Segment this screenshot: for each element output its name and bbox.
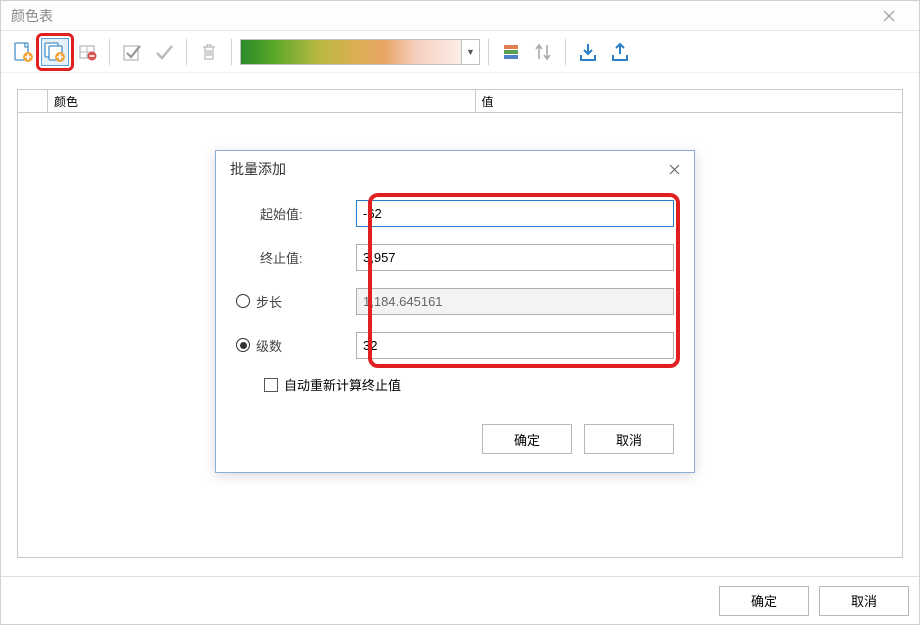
dialog-ok-button[interactable]: 确定 [482, 424, 572, 454]
value-column-header[interactable]: 值 [476, 90, 903, 112]
close-icon [883, 10, 895, 22]
checkbox-checked-icon [122, 42, 142, 62]
uncheck-all-button[interactable] [150, 38, 178, 66]
separator [565, 39, 566, 65]
separator [231, 39, 232, 65]
step-row: 步长 [236, 287, 674, 315]
window-close-button[interactable] [869, 5, 909, 27]
ok-button[interactable]: 确定 [719, 586, 809, 616]
color-bars-icon [502, 43, 520, 61]
sort-button[interactable] [529, 38, 557, 66]
import-icon [578, 42, 598, 62]
checkbox-unchecked-icon [264, 378, 278, 392]
bottom-button-bar: 确定 取消 [1, 576, 919, 624]
export-icon [610, 42, 630, 62]
window-title: 颜色表 [11, 6, 53, 26]
close-icon [669, 164, 680, 175]
dialog-title-text: 批量添加 [230, 159, 286, 179]
titlebar: 颜色表 [1, 1, 919, 31]
end-value-label: 终止值: [236, 248, 356, 267]
batch-add-dialog: 批量添加 起始值: 终止值: 步长 级数 [215, 150, 695, 473]
dialog-actions: 确定 取消 [216, 418, 694, 472]
delete-button[interactable] [73, 38, 101, 66]
gradient-preview [241, 40, 461, 64]
levels-radio-label[interactable]: 级数 [236, 336, 356, 355]
toolbar: ▼ [1, 31, 919, 73]
sort-icon [534, 42, 552, 62]
dialog-titlebar: 批量添加 [216, 151, 694, 187]
step-input[interactable] [356, 288, 674, 315]
start-value-input[interactable] [356, 200, 674, 227]
radio-unchecked-icon [236, 294, 250, 308]
delete-row-icon [77, 42, 97, 62]
radio-checked-icon [236, 338, 250, 352]
dialog-cancel-button[interactable]: 取消 [584, 424, 674, 454]
dialog-body: 起始值: 终止值: 步长 级数 自动重新计算终止值 [216, 187, 694, 418]
new-document-button[interactable] [9, 38, 37, 66]
step-radio-label[interactable]: 步长 [236, 292, 356, 311]
separator [488, 39, 489, 65]
gradient-dropdown[interactable]: ▼ [240, 39, 480, 65]
batch-add-icon [43, 41, 67, 63]
check-all-button[interactable] [118, 38, 146, 66]
separator [109, 39, 110, 65]
cancel-button[interactable]: 取消 [819, 586, 909, 616]
trash-icon [200, 42, 218, 62]
start-value-label: 起始值: [236, 204, 356, 223]
levels-row: 级数 [236, 331, 674, 359]
levels-input[interactable] [356, 332, 674, 359]
batch-add-button[interactable] [41, 38, 69, 66]
new-document-icon [12, 41, 34, 63]
checkbox-column-header[interactable] [18, 90, 48, 112]
color-column-header[interactable]: 颜色 [48, 90, 476, 112]
separator [186, 39, 187, 65]
end-value-row: 终止值: [236, 243, 674, 271]
table-header: 颜色 值 [17, 89, 903, 113]
trash-button[interactable] [195, 38, 223, 66]
bars-button[interactable] [497, 38, 525, 66]
check-icon [154, 42, 174, 62]
export-button[interactable] [606, 38, 634, 66]
auto-recalc-label: 自动重新计算终止值 [284, 375, 401, 394]
dialog-close-button[interactable] [662, 159, 686, 179]
dropdown-arrow-icon: ▼ [461, 40, 479, 64]
start-value-row: 起始值: [236, 199, 674, 227]
auto-recalc-row[interactable]: 自动重新计算终止值 [264, 375, 674, 394]
import-button[interactable] [574, 38, 602, 66]
end-value-input[interactable] [356, 244, 674, 271]
